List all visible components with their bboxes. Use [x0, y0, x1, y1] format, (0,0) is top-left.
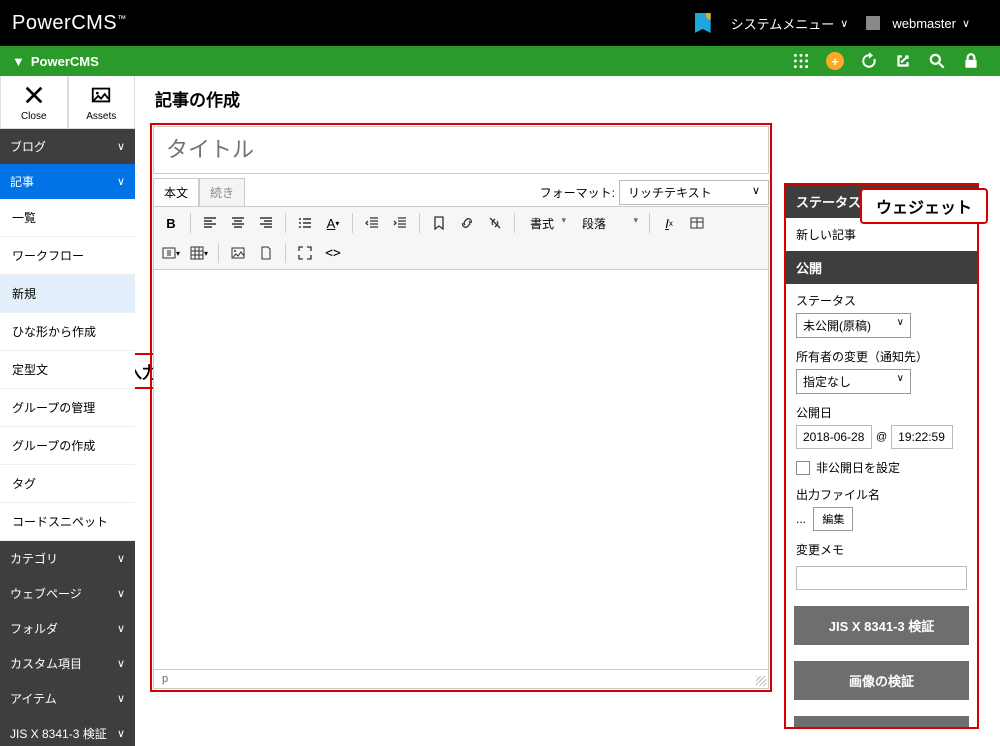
system-menu-label: システムメニュー [731, 14, 835, 33]
callout-widget: ウェジェット [860, 188, 988, 224]
nav-group[interactable]: 記事∨ [0, 164, 135, 199]
share-icon[interactable] [894, 52, 912, 70]
editor-area: 本文 続き フォーマット: リッチテキスト B A▾ [150, 123, 772, 692]
file-icon[interactable] [253, 240, 279, 266]
search-icon[interactable] [928, 52, 946, 70]
word-icon[interactable]: ▾ [158, 240, 184, 266]
nav-item[interactable]: 新規 [0, 275, 135, 313]
editor-status: p [153, 670, 769, 689]
user-label: webmaster [892, 16, 956, 31]
topbar: PowerCMS™ システムメニュー ∨ webmaster ∨ [0, 0, 1000, 46]
sidebar: Close Assets ブログ∨記事∨一覧ワークフロー新規ひな形から作成定型文… [0, 76, 135, 746]
chevron-down-icon: ∨ [962, 17, 970, 30]
tab-body[interactable]: 本文 [153, 178, 199, 206]
bullet-list-icon[interactable] [292, 210, 318, 236]
memo-input[interactable] [796, 566, 967, 590]
assets-button[interactable]: Assets [68, 76, 136, 129]
nav-group[interactable]: ウェブページ∨ [0, 576, 135, 611]
nav-item[interactable]: コードスニペット [0, 503, 135, 541]
image-validate-button[interactable]: 画像の検証 [794, 661, 969, 700]
nav-item[interactable]: タグ [0, 465, 135, 503]
paragraph-dropdown[interactable]: 段落 [573, 211, 643, 236]
image-icon [90, 84, 112, 106]
jis-validate-button[interactable]: JIS X 8341-3 検証 [794, 606, 969, 645]
nav-item[interactable]: 一覧 [0, 199, 135, 237]
add-icon[interactable]: + [826, 52, 844, 70]
at-symbol: @ [876, 431, 887, 443]
unlink-icon[interactable] [482, 210, 508, 236]
owner-select[interactable]: 指定なし [796, 369, 911, 394]
main-content: 記事の作成 ウェジェット 入力欄 本文 続き フォーマット: リッチテキスト B [135, 76, 1000, 746]
link-icon[interactable] [454, 210, 480, 236]
publish-time-input[interactable] [891, 425, 953, 449]
bold-icon[interactable]: B [158, 210, 184, 236]
site-selector[interactable]: ▼ PowerCMS [12, 54, 99, 69]
style-dropdown[interactable]: 書式 [521, 211, 571, 236]
nav-group[interactable]: カテゴリ∨ [0, 541, 135, 576]
widget-panel: ステータス 新しい記事 公開 ステータス 未公開(原稿) 所有者の変更（通知先）… [784, 183, 979, 729]
status-select[interactable]: 未公開(原稿) [796, 313, 911, 338]
system-menu[interactable]: システムメニュー ∨ [731, 14, 849, 33]
site-name: PowerCMS [31, 54, 99, 69]
nav-item[interactable]: グループの作成 [0, 427, 135, 465]
nav-group[interactable]: フォルダ∨ [0, 611, 135, 646]
nav-item[interactable]: グループの管理 [0, 389, 135, 427]
editor-body[interactable] [153, 270, 769, 670]
clear-format-icon[interactable]: Ix [656, 210, 682, 236]
image-icon[interactable] [225, 240, 251, 266]
user-menu[interactable]: webmaster ∨ [866, 16, 970, 31]
chevron-down-icon: ∨ [840, 17, 848, 30]
nav-group[interactable]: JIS X 8341-3 検証∨ [0, 716, 135, 746]
table-grid-icon[interactable]: ▾ [186, 240, 212, 266]
nav-item[interactable]: 定型文 [0, 351, 135, 389]
close-button[interactable]: Close [0, 76, 68, 129]
bookmark-icon[interactable] [426, 210, 452, 236]
unpublish-label: 非公開日を設定 [816, 459, 900, 476]
align-left-icon[interactable] [197, 210, 223, 236]
outdent-icon[interactable] [359, 210, 385, 236]
source-icon[interactable]: <> [320, 240, 346, 266]
lock-icon[interactable] [962, 52, 980, 70]
bookmark-icon[interactable] [695, 13, 711, 33]
title-input[interactable] [153, 126, 769, 174]
unpublish-checkbox[interactable] [796, 461, 810, 475]
nav-item[interactable]: ひな形から作成 [0, 313, 135, 351]
publish-date-input[interactable] [796, 425, 872, 449]
filename-placeholder: ... [796, 512, 806, 526]
close-icon [23, 84, 45, 106]
format-label: フォーマット: [540, 184, 615, 201]
insert-table-icon[interactable] [684, 210, 710, 236]
memo-label: 変更メモ [796, 541, 967, 558]
align-right-icon[interactable] [253, 210, 279, 236]
logo: PowerCMS™ [12, 12, 127, 35]
filename-edit-button[interactable]: 編集 [813, 507, 853, 531]
nav-group[interactable]: ブログ∨ [0, 129, 135, 164]
tab-more[interactable]: 続き [199, 178, 245, 206]
triangle-down-icon: ▼ [12, 54, 25, 69]
filename-label: 出力ファイル名 [796, 486, 967, 503]
status-label: ステータス [796, 292, 967, 309]
refresh-icon[interactable] [860, 52, 878, 70]
indent-icon[interactable] [387, 210, 413, 236]
align-center-icon[interactable] [225, 210, 251, 236]
owner-label: 所有者の変更（通知先） [796, 348, 967, 365]
editor-toolbar: B A▾ [153, 206, 769, 270]
widget-publish-header: 公開 [786, 251, 977, 284]
fullscreen-icon[interactable] [292, 240, 318, 266]
dashboard-icon[interactable] [792, 52, 810, 70]
greenbar: ▼ PowerCMS + [0, 46, 1000, 76]
format-select[interactable]: リッチテキスト [619, 180, 769, 205]
avatar [866, 16, 880, 30]
page-title: 記事の作成 [150, 86, 985, 111]
nav-item[interactable]: ワークフロー [0, 237, 135, 275]
link-validate-button[interactable]: リンクの検証 [794, 716, 969, 729]
date-label: 公開日 [796, 404, 967, 421]
nav-group[interactable]: アイテム∨ [0, 681, 135, 716]
text-color-icon[interactable]: A▾ [320, 210, 346, 236]
nav-group[interactable]: カスタム項目∨ [0, 646, 135, 681]
